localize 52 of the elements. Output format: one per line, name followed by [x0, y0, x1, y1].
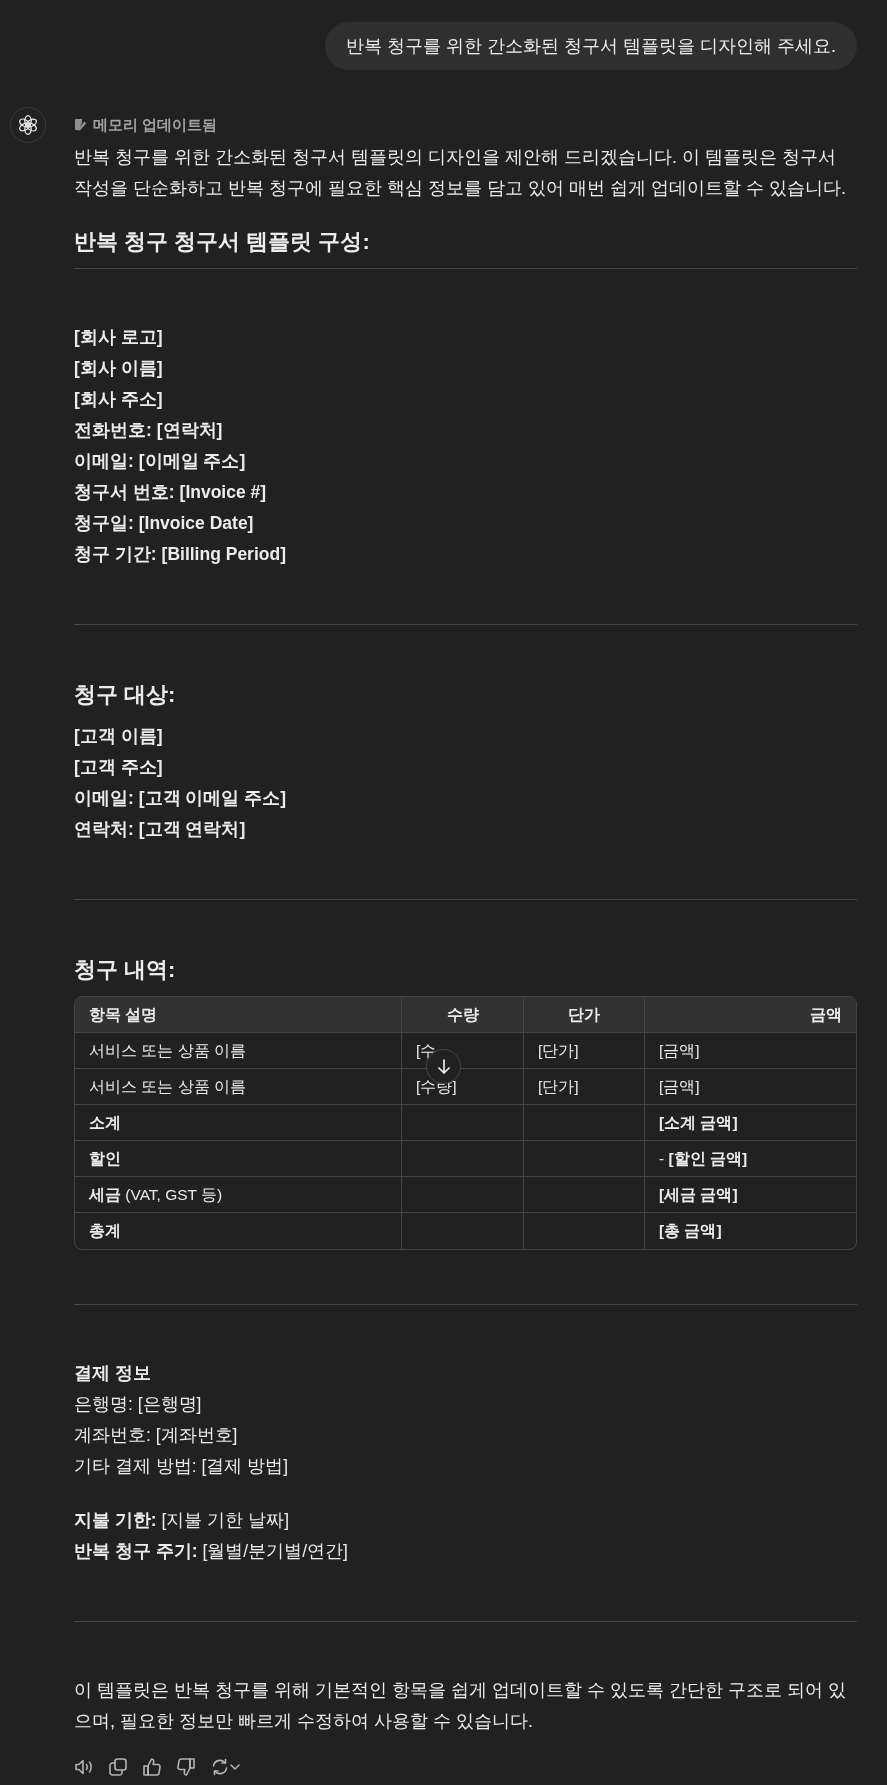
table-cell-text: [총 금액]	[658, 1221, 723, 1241]
column-header: 단가	[524, 997, 645, 1033]
text-line: [회사 로고]	[74, 326, 164, 349]
section-heading: 반복 청구 청구서 템플릿 구성:	[74, 228, 371, 256]
chevron-down-icon	[229, 1764, 240, 1770]
table-cell: [소계 금액]	[645, 1105, 856, 1141]
refresh-icon	[210, 1758, 229, 1776]
text-line: [회사 주소]	[74, 388, 164, 411]
user-message-bubble: 반복 청구를 위한 간소화된 청구서 템플릿을 디자인해 주세요.	[325, 22, 857, 70]
table-cell: 세금 (VAT, GST 등)	[75, 1177, 402, 1213]
text-line: 반복 청구 주기: [월별/분기별/연간]	[74, 1540, 349, 1563]
table-cell: [세금 금액]	[645, 1177, 856, 1213]
text-line: 전화번호: [연락처]	[74, 419, 224, 442]
message-paragraph: 반복 청구를 위한 간소화된 청구서 템플릿의 디자인을 제안해 드리겠습니다. 이 템플릿은 청구서 작성을 단순화하고 반복 청구에 필요한 핵심 정보를 담고 있어 매번 쉽게 업데이트할 수 있습니다.	[74, 146, 847, 200]
table-cell: - [할인 금액]	[645, 1141, 856, 1177]
copy-icon	[109, 1758, 127, 1776]
text-line: 청구 기간: [Billing Period]	[74, 543, 287, 566]
table-cell: [단가]	[524, 1033, 645, 1069]
table-cell: [금액]	[645, 1069, 856, 1105]
text-line: 이메일: [이메일 주소]	[74, 450, 247, 473]
text-line: 이메일: [고객 이메일 주소]	[74, 787, 288, 810]
pencil-note-icon	[74, 118, 87, 132]
table-cell: 총계	[75, 1213, 402, 1249]
text-line: 은행명: [은행명]	[74, 1393, 203, 1416]
message-paragraph: 이 템플릿은 반복 청구를 위해 기본적인 항목을 쉽게 업데이트할 수 있도록 간단한 구조로 되어 있으며, 필요한 정보만 빠르게 수정하여 사용할 수 있습니다.	[74, 1679, 847, 1733]
column-header: 수량	[402, 997, 524, 1033]
thumbs-down-icon	[177, 1758, 195, 1776]
speaker-icon	[74, 1758, 94, 1776]
table-cell: [금액]	[645, 1033, 856, 1069]
table-cell: 서비스 또는 상품 이름	[75, 1069, 402, 1105]
text-line: [고객 주소]	[74, 756, 164, 779]
text-line: 연락처: [고객 연락처]	[74, 818, 247, 841]
text-line: 기타 결제 방법: [결제 방법]	[74, 1455, 290, 1478]
text-line: [고객 이름]	[74, 725, 164, 748]
table-cell: 할인	[75, 1141, 402, 1177]
thumbs-up-icon	[143, 1758, 161, 1776]
avatar-logo-icon	[10, 107, 46, 143]
table-cell: 소계	[75, 1105, 402, 1141]
section-label: 결제 정보	[74, 1362, 152, 1385]
column-header: 금액	[645, 997, 856, 1033]
text-line: 청구일: [Invoice Date]	[74, 512, 255, 535]
section-heading: 청구 대상:	[74, 681, 177, 709]
table-cell: [단가]	[524, 1069, 645, 1105]
text-line: 계좌번호: [계좌번호]	[74, 1424, 239, 1447]
memory-status: 메모리 업데이트됨	[93, 114, 218, 135]
section-heading: 청구 내역:	[74, 956, 177, 984]
text-line: 청구서 번호: [Invoice #]	[74, 481, 268, 504]
column-header: 항목 설명	[75, 997, 402, 1033]
text-line: 지불 기한: [지불 기한 날짜]	[74, 1509, 290, 1532]
arrow-down-icon	[437, 1059, 450, 1074]
text-line: [회사 이름]	[74, 357, 164, 380]
table-cell: 서비스 또는 상품 이름	[75, 1033, 402, 1069]
